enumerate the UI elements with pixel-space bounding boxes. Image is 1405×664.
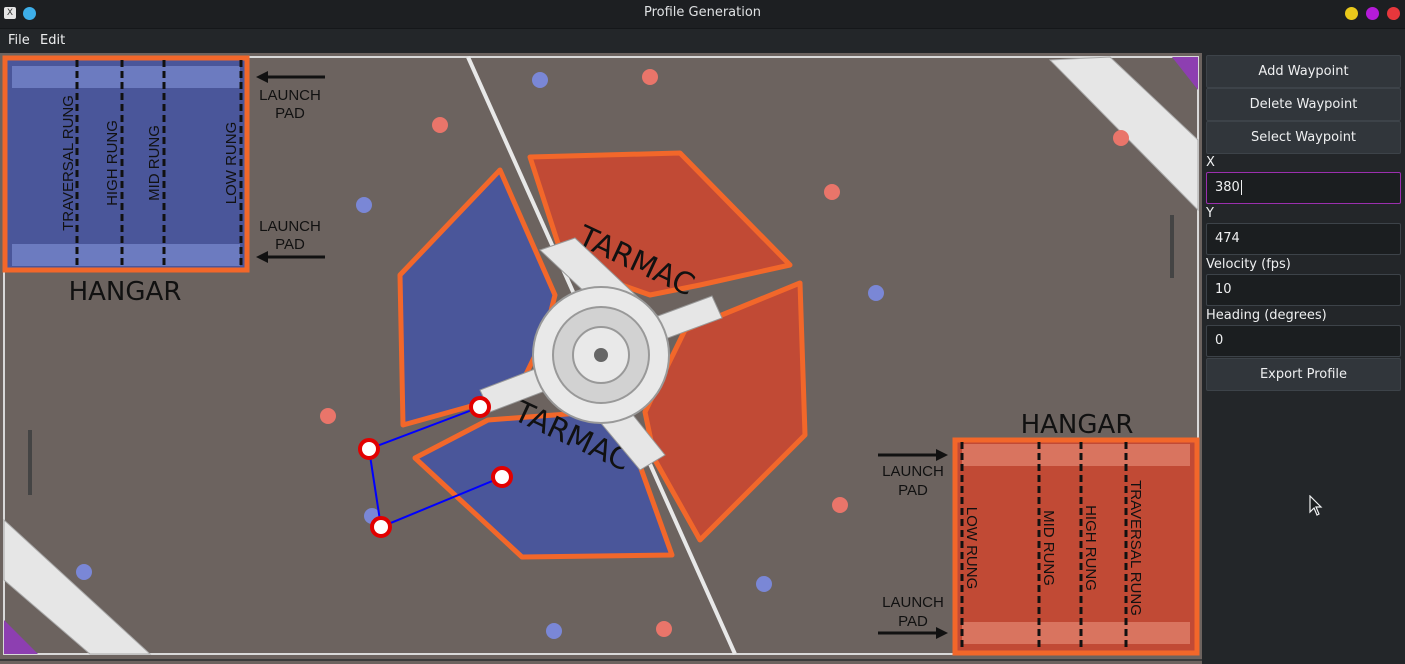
close-button[interactable] <box>1387 7 1400 20</box>
y-input[interactable]: 474 <box>1206 223 1401 255</box>
window-title: Profile Generation <box>643 5 762 20</box>
velocity-label: Velocity (fps) <box>1206 257 1291 272</box>
hangar-left: TRAVERSAL RUNG HIGH RUNG MID RUNG LOW RU… <box>2 55 250 273</box>
svg-text:LAUNCH: LAUNCH <box>882 594 944 611</box>
menu-file[interactable]: File <box>8 33 30 48</box>
x-input[interactable]: 380 <box>1206 172 1401 204</box>
svg-text:PAD: PAD <box>898 482 928 499</box>
export-profile-button[interactable]: Export Profile <box>1206 358 1401 391</box>
menu-edit[interactable]: Edit <box>40 33 65 48</box>
text-caret <box>1240 180 1242 195</box>
svg-text:LAUNCH: LAUNCH <box>882 463 944 480</box>
hangar-left-title: HANGAR <box>69 277 182 307</box>
rung-label: TRAVERSAL RUNG <box>60 95 77 231</box>
mouse-cursor-icon <box>1309 495 1323 516</box>
rung-label: LOW RUNG <box>963 507 980 590</box>
svg-text:PAD: PAD <box>275 105 305 122</box>
hangar-right-title: HANGAR <box>1021 410 1134 440</box>
rung-label: MID RUNG <box>146 125 163 201</box>
delete-waypoint-button[interactable]: Delete Waypoint <box>1206 88 1401 121</box>
rung-label: TRAVERSAL RUNG <box>1127 480 1144 616</box>
title-bar: X Profile Generation <box>0 0 1405 29</box>
sidebar: Add Waypoint Delete Waypoint Select Wayp… <box>1202 53 1405 664</box>
hangar-right: LOW RUNG MID RUNG HIGH RUNG TRAVERSAL RU… <box>952 437 1200 656</box>
x-label: X <box>1206 155 1215 170</box>
heading-label: Heading (degrees) <box>1206 308 1327 323</box>
x-value: 380 <box>1215 180 1240 195</box>
waypoint[interactable] <box>491 466 513 488</box>
rung-label: HIGH RUNG <box>1082 505 1099 591</box>
menu-bar: File Edit <box>0 29 1405 53</box>
y-label: Y <box>1206 206 1214 221</box>
field-canvas[interactable]: TRAVERSAL RUNG HIGH RUNG MID RUNG LOW RU… <box>0 53 1202 664</box>
select-waypoint-button[interactable]: Select Waypoint <box>1206 121 1401 154</box>
svg-text:LAUNCH: LAUNCH <box>259 87 321 104</box>
svg-text:LAUNCH: LAUNCH <box>259 218 321 235</box>
rung-label: MID RUNG <box>1040 510 1057 586</box>
velocity-input[interactable]: 10 <box>1206 274 1401 306</box>
minimize-button[interactable] <box>1345 7 1358 20</box>
svg-text:PAD: PAD <box>275 236 305 253</box>
rung-label: HIGH RUNG <box>104 120 121 206</box>
waypoint[interactable] <box>469 396 491 418</box>
add-waypoint-button[interactable]: Add Waypoint <box>1206 55 1401 88</box>
waypoint[interactable] <box>370 516 392 538</box>
svg-text:PAD: PAD <box>898 613 928 630</box>
maximize-button[interactable] <box>1366 7 1379 20</box>
waypoint[interactable] <box>358 438 380 460</box>
rung-label: LOW RUNG <box>223 122 240 205</box>
heading-input[interactable]: 0 <box>1206 325 1401 357</box>
